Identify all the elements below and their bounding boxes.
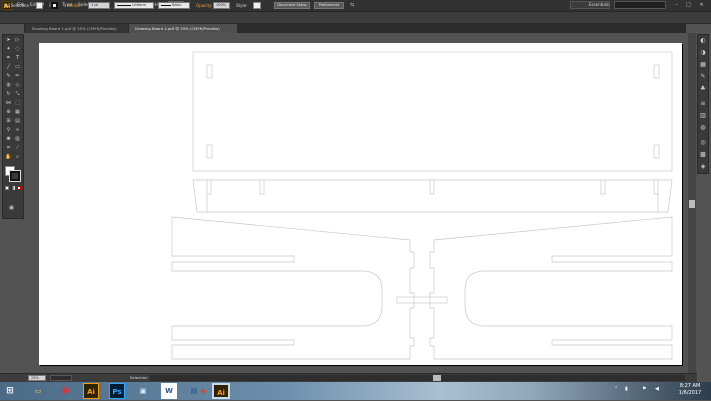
blob-brush-tool-icon[interactable]: ◍	[5, 82, 12, 89]
brush-label: Uniform	[132, 3, 147, 7]
current-tool-status[interactable]: Selection	[130, 375, 148, 380]
volume-icon[interactable]: ◀	[655, 386, 659, 392]
hand-tool-icon[interactable]: ✋	[5, 154, 12, 161]
tab-drawing-board-2[interactable]: Drawing Board 2.pdf @ 25% (CMYK/Preview)	[129, 24, 237, 33]
fill-swatch[interactable]	[36, 2, 43, 9]
stroke-swatch[interactable]	[51, 2, 58, 9]
zoom-select[interactable]: 25%	[28, 375, 46, 381]
graphic-styles-panel-icon[interactable]: ▩	[699, 151, 707, 159]
gradient-tool-icon[interactable]: ▤	[14, 118, 21, 125]
free-transform-tool-icon[interactable]: ⬚	[14, 100, 21, 107]
color-app-icon[interactable]: ◆	[195, 383, 211, 399]
network-icon[interactable]: ▮	[625, 386, 628, 392]
symbol-sprayer-tool-icon[interactable]: ✺	[5, 136, 12, 143]
lasso-tool-icon[interactable]: ◌	[14, 46, 21, 53]
profile-label: Basic	[172, 3, 182, 7]
style-label: Style:	[236, 3, 248, 8]
gradient-panel-icon[interactable]: ▥	[699, 112, 707, 120]
clock-time: 8:27 AM	[679, 383, 701, 389]
file-explorer-icon[interactable]: ▭	[30, 383, 46, 399]
windows-taskbar	[0, 382, 711, 400]
rectangle-tool-icon[interactable]: ▭	[14, 64, 21, 71]
workspace-switcher[interactable]: Essentials	[570, 1, 610, 9]
opacity-label[interactable]: Opacity:	[196, 2, 212, 9]
illustrator-active-taskbar-icon[interactable]: Ai	[212, 383, 230, 399]
media-app-icon[interactable]: ▣	[135, 383, 151, 399]
direct-selection-tool-icon[interactable]: ▷	[14, 37, 21, 44]
graphic-style-swatch[interactable]	[253, 2, 261, 9]
fill-dropdown[interactable]	[44, 2, 49, 9]
minimize-button[interactable]: –	[672, 1, 681, 9]
layers-panel-icon[interactable]: ◈	[699, 163, 707, 171]
shape-builder-tool-icon[interactable]: ⊕	[5, 109, 12, 116]
rotate-tool-icon[interactable]: ↻	[5, 91, 12, 98]
variable-width-profile-select[interactable]: Basic	[158, 2, 190, 9]
tray-chevron-icon[interactable]: ⌃	[614, 386, 618, 392]
none-mode-icon[interactable]	[17, 186, 21, 190]
maximize-button[interactable]: □	[684, 1, 693, 9]
document-setup-button[interactable]: Document Setup	[274, 2, 310, 9]
profile-preview	[161, 4, 171, 6]
color-guide-icon[interactable]: ◑	[699, 49, 707, 57]
magic-wand-tool-icon[interactable]: ✦	[5, 46, 12, 53]
gradient-mode-icon[interactable]	[11, 186, 15, 190]
brush-definition-select[interactable]: Uniform	[114, 2, 154, 9]
transparency-panel-icon[interactable]: ◍	[699, 124, 707, 132]
close-button[interactable]: ✕	[697, 1, 706, 9]
tab-drawing-board-1[interactable]: Drawing Board 1.pdf @ 25% (CMYK/Preview)	[26, 24, 128, 33]
taskbar-clock[interactable]: 8:27 AM 1/6/2017	[672, 383, 708, 399]
artboard-tool-icon[interactable]: ⌗	[5, 145, 12, 152]
vertical-scroll-thumb[interactable]	[689, 200, 695, 208]
word-taskbar-icon[interactable]: W	[161, 383, 177, 399]
brush-stroke-preview	[117, 4, 131, 6]
symbols-panel-icon[interactable]: ♣	[699, 85, 707, 93]
swatches-panel-icon[interactable]: ▦	[699, 61, 707, 69]
color-panel-icon[interactable]: ◐	[699, 37, 707, 45]
artboard-navigator[interactable]	[50, 375, 72, 381]
line-tool-icon[interactable]: ╱	[5, 64, 12, 71]
eraser-tool-icon[interactable]: ◇	[14, 82, 21, 89]
change-screen-mode-icon[interactable]: ▣	[8, 205, 15, 212]
preferences-button[interactable]: Preferences	[314, 2, 344, 9]
search-input[interactable]	[614, 1, 666, 9]
horizontal-scrollbar[interactable]	[150, 375, 685, 381]
width-tool-icon[interactable]: ⋈	[5, 100, 12, 107]
color-mode-icon[interactable]	[5, 186, 9, 190]
illustrator-taskbar-icon[interactable]: Ai	[83, 383, 99, 399]
pencil-tool-icon[interactable]: ✏	[14, 73, 21, 80]
stroke-weight-select[interactable]: 1 pt	[88, 2, 110, 9]
paintbrush-tool-icon[interactable]: ✎	[5, 73, 12, 80]
column-graph-tool-icon[interactable]: ▥	[14, 136, 21, 143]
scale-tool-icon[interactable]: ⤡	[14, 91, 21, 98]
pen-tool-icon[interactable]: ✒	[5, 55, 12, 62]
mesh-tool-icon[interactable]: ⊞	[5, 118, 12, 125]
slice-tool-icon[interactable]: ⟋	[14, 145, 21, 152]
chrome-icon[interactable]: ◉	[57, 383, 73, 399]
stroke-panel-icon[interactable]: ≡	[699, 100, 707, 108]
photoshop-taskbar-icon[interactable]: Ps	[109, 383, 125, 399]
stroke-color-box[interactable]	[9, 170, 21, 182]
flag-icon[interactable]: ⚑	[642, 386, 646, 392]
zoom-tool-icon[interactable]: ⌕	[14, 154, 21, 161]
blend-tool-icon[interactable]: ∞	[14, 127, 21, 134]
stroke-label[interactable]: Stroke:	[68, 2, 82, 9]
opacity-field[interactable]: 100%	[213, 2, 230, 9]
type-tool-icon[interactable]: T	[14, 55, 21, 62]
horizontal-scroll-thumb[interactable]	[433, 375, 441, 381]
start-button-icon[interactable]: ⊞	[2, 383, 18, 399]
selection-tool-icon[interactable]: ➤	[5, 37, 12, 44]
perspective-grid-tool-icon[interactable]: ▦	[14, 109, 21, 116]
selection-status: No Selection	[4, 3, 30, 8]
artboard[interactable]	[39, 43, 682, 365]
clock-date: 1/6/2017	[678, 390, 702, 396]
arrange-documents-icon[interactable]: ⇆	[350, 2, 360, 9]
appearance-panel-icon[interactable]: ◎	[699, 139, 707, 147]
eyedropper-tool-icon[interactable]: ⚲	[5, 127, 12, 134]
control-bar	[0, 12, 711, 24]
brushes-panel-icon[interactable]: ✎	[699, 73, 707, 81]
